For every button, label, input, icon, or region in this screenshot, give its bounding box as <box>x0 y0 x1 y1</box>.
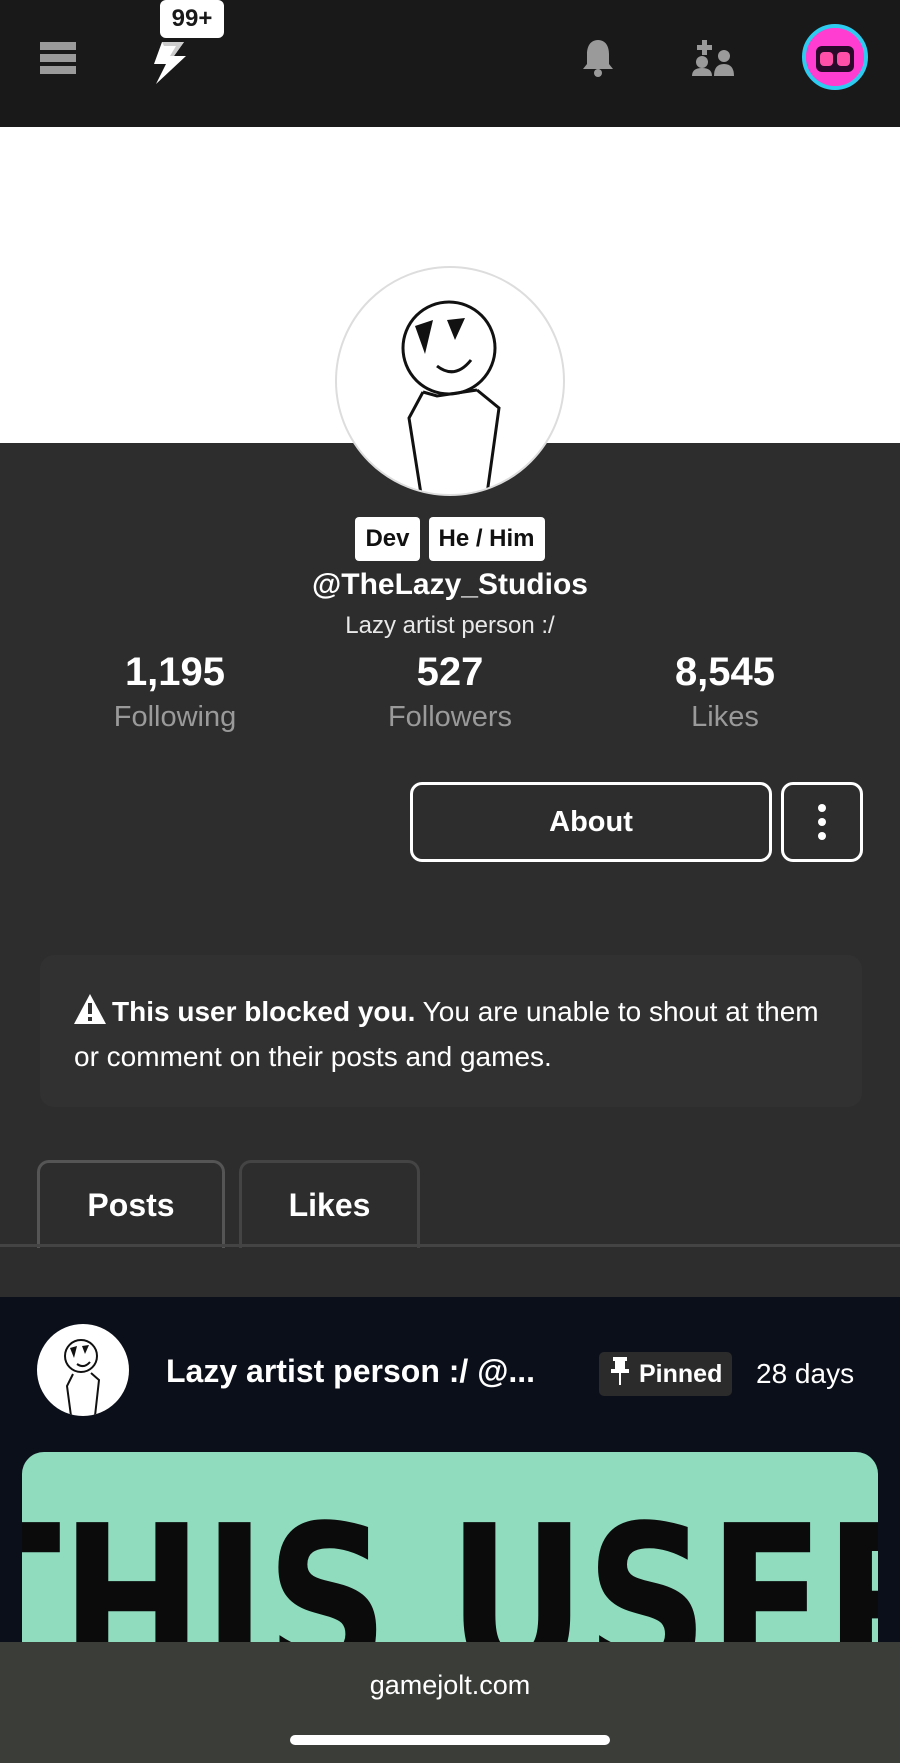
post-timestamp: 28 days <box>756 1358 855 1389</box>
stat-value: 1,195 <box>124 650 226 694</box>
tab-posts[interactable]: Posts <box>37 1160 225 1248</box>
pinned-badge: Pinned <box>599 1352 733 1396</box>
home-indicator[interactable] <box>290 1735 610 1745</box>
about-button[interactable]: About <box>410 782 772 862</box>
tag-dev: Dev <box>355 517 420 561</box>
stat-value: 8,545 <box>674 650 776 694</box>
dot <box>818 804 826 812</box>
stat-label: Following <box>113 701 237 733</box>
dot <box>818 818 826 826</box>
blocked-notice: This user blocked you. You are unable to… <box>40 955 862 1107</box>
post-title[interactable]: Lazy artist person :/ @... <box>166 1353 535 1390</box>
dot <box>818 832 826 840</box>
profile-tags: Dev He / Him <box>0 517 900 561</box>
profile-avatar[interactable] <box>335 266 565 496</box>
more-options-button[interactable] <box>781 782 863 862</box>
user-avatar[interactable] <box>802 24 868 90</box>
menu-icon[interactable] <box>38 40 78 76</box>
top-nav-bar <box>0 0 900 127</box>
tab-likes[interactable]: Likes <box>239 1160 420 1248</box>
stat-label: Likes <box>691 701 759 733</box>
stat-following[interactable]: 1,195 Following <box>55 650 295 734</box>
stat-label: Followers <box>387 701 513 733</box>
pin-icon <box>609 1356 631 1392</box>
stat-likes[interactable]: 8,545 Likes <box>605 650 845 734</box>
blocked-notice-title: This user blocked you. <box>112 996 416 1027</box>
post-author-avatar[interactable] <box>37 1324 129 1416</box>
stat-followers[interactable]: 527 Followers <box>330 650 570 734</box>
add-friend-icon[interactable] <box>690 36 736 80</box>
notification-count-badge: 99+ <box>160 0 224 38</box>
tag-pronouns: He / Him <box>428 517 545 561</box>
pinned-label: Pinned <box>639 1359 723 1388</box>
bell-icon[interactable] <box>578 36 618 80</box>
warning-icon <box>74 994 106 1036</box>
browser-url[interactable]: gamejolt.com <box>0 1670 900 1701</box>
tab-divider <box>0 1244 900 1247</box>
stat-value: 527 <box>416 650 484 694</box>
activity-bolt-icon[interactable] <box>146 40 192 86</box>
profile-bio: Lazy artist person :/ <box>345 612 555 639</box>
profile-username: @TheLazy_Studios <box>312 568 588 601</box>
